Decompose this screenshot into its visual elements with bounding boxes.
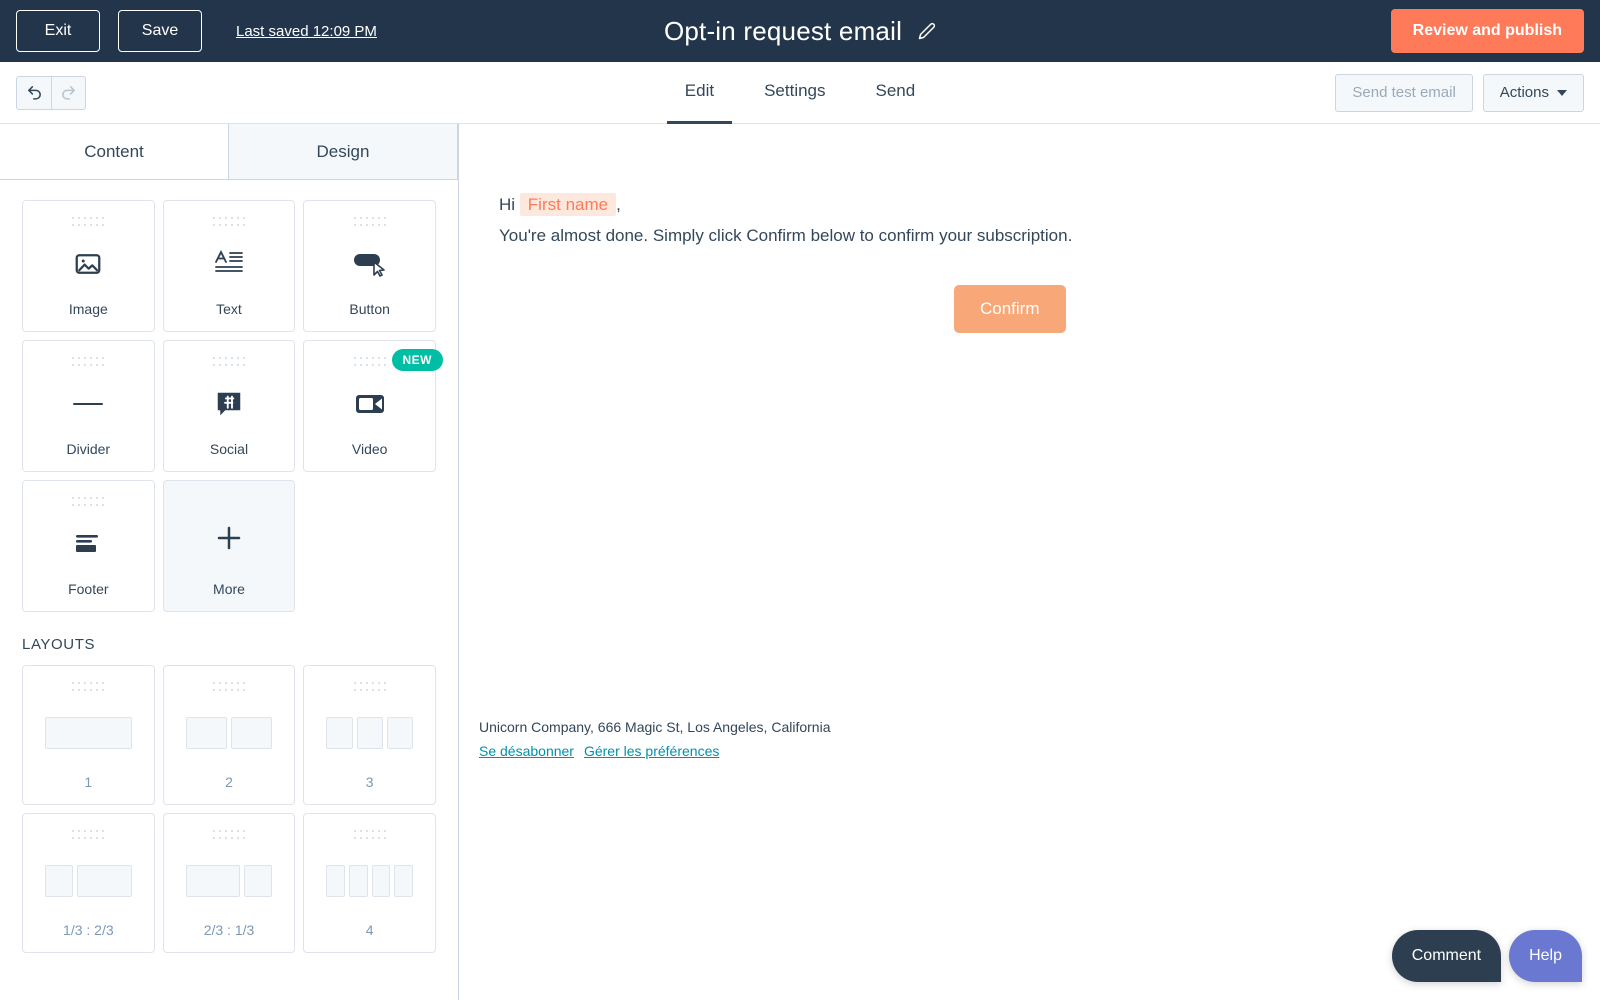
- block-label: Video: [351, 441, 388, 457]
- email-cta-container: Confirm: [499, 285, 1600, 334]
- editor-body: Content Design Image Text Button Divider…: [0, 124, 1600, 1000]
- layout-preview: [164, 840, 295, 922]
- footer-links: Se désabonner Gérer les préférences: [479, 743, 830, 759]
- help-button[interactable]: Help: [1509, 930, 1582, 982]
- block-tile-footer[interactable]: Footer: [22, 480, 155, 612]
- drag-handle-dots-icon[interactable]: [71, 215, 105, 227]
- layout-label: 2/3 : 1/3: [203, 922, 255, 938]
- save-button[interactable]: Save: [118, 10, 202, 52]
- divider-icon: [73, 367, 104, 441]
- actions-label: Actions: [1499, 84, 1549, 101]
- email-content: Hi First name, You're almost done. Simpl…: [459, 124, 1600, 334]
- drag-handle-dots-icon[interactable]: [212, 215, 246, 227]
- drag-handle-dots-icon[interactable]: [353, 355, 387, 367]
- block-label: Image: [68, 301, 108, 317]
- email-greeting[interactable]: Hi First name,: [499, 190, 1600, 221]
- layout-tile-2-3-1-3[interactable]: 2/3 : 1/3: [162, 813, 296, 953]
- drag-handle-dots-icon[interactable]: [212, 828, 246, 840]
- image-icon: [73, 227, 103, 301]
- sub-toolbar: Edit Settings Send Send test email Actio…: [0, 62, 1600, 124]
- block-label: Social: [209, 441, 249, 457]
- footer-address: Unicorn Company, 666 Magic St, Los Angel…: [479, 719, 831, 735]
- block-tile-more[interactable]: More: [162, 480, 296, 612]
- tab-send[interactable]: Send: [858, 62, 934, 124]
- review-and-publish-button[interactable]: Review and publish: [1390, 9, 1584, 53]
- layout-preview: [23, 840, 154, 922]
- layout-preview: [304, 692, 435, 774]
- layout-tile-3[interactable]: 3: [303, 665, 436, 805]
- layout-tile-2[interactable]: 2: [162, 665, 296, 805]
- last-saved-label[interactable]: Last saved 12:09 PM: [236, 23, 377, 40]
- greeting-prefix: Hi: [499, 195, 516, 214]
- layout-label: 2: [225, 774, 233, 790]
- social-icon: [214, 367, 244, 441]
- top-bar: Exit Save Last saved 12:09 PM Opt-in req…: [0, 0, 1600, 62]
- toolbar-right-actions: Send test email Actions: [1335, 73, 1584, 112]
- new-badge: NEW: [391, 349, 443, 371]
- block-tile-video[interactable]: NEW Video: [303, 340, 443, 472]
- sidebar-scroll-area: Image Text Button Divider Social NEW Vid…: [0, 180, 458, 953]
- block-label: Divider: [66, 441, 111, 457]
- manage-preferences-link[interactable]: Gérer les préférences: [584, 743, 719, 759]
- block-label: Footer: [68, 581, 109, 597]
- layout-label: 3: [365, 774, 374, 790]
- sidebar-tab-design[interactable]: Design: [228, 124, 458, 180]
- video-icon: [354, 367, 386, 441]
- block-tile-button[interactable]: Button: [303, 200, 436, 332]
- drag-handle-dots-icon[interactable]: [71, 495, 105, 507]
- drag-handle-dots-icon[interactable]: [71, 355, 105, 367]
- layout-preview: [23, 692, 154, 774]
- confirm-button[interactable]: Confirm: [954, 285, 1066, 334]
- floating-actions: Comment Help: [1391, 930, 1582, 982]
- exit-button[interactable]: Exit: [16, 10, 100, 52]
- email-body-text[interactable]: You're almost done. Simply click Confirm…: [499, 221, 1600, 252]
- chevron-down-icon: [1557, 89, 1567, 96]
- block-label: Button: [349, 301, 390, 317]
- email-footer: Unicorn Company, 666 Magic St, Los Angel…: [479, 719, 830, 759]
- block-tile-social[interactable]: Social: [162, 340, 296, 472]
- block-tile-text[interactable]: Text: [162, 200, 296, 332]
- layout-tile-4[interactable]: 4: [303, 813, 436, 953]
- actions-button[interactable]: Actions: [1482, 73, 1584, 112]
- content-block-grid: Image Text Button Divider Social NEW Vid…: [22, 200, 443, 612]
- layout-grid: 1 2 3 1/3 : 2/3 2/3: 1/3 4: [22, 665, 436, 953]
- block-tile-divider[interactable]: Divider: [22, 340, 155, 472]
- send-test-email-button[interactable]: Send test email: [1335, 73, 1473, 112]
- comment-button[interactable]: Comment: [1391, 930, 1502, 982]
- layout-label: 4: [365, 922, 374, 938]
- block-label: More: [213, 581, 245, 597]
- button-icon: [352, 227, 388, 301]
- layout-tile-1-3-2-3[interactable]: 1/3 : 2/3: [22, 813, 155, 953]
- tab-edit[interactable]: Edit: [666, 62, 733, 124]
- drag-handle-dots-icon[interactable]: [353, 215, 387, 227]
- tab-settings[interactable]: Settings: [746, 62, 843, 124]
- drag-handle-dots-icon[interactable]: [212, 680, 246, 692]
- layout-preview: [164, 692, 295, 774]
- text-icon: [213, 227, 245, 301]
- email-canvas[interactable]: Hi First name, You're almost done. Simpl…: [459, 124, 1600, 1000]
- drag-handle-dots-icon[interactable]: [71, 680, 105, 692]
- layout-label: 1/3 : 2/3: [63, 922, 114, 938]
- layout-preview: [304, 840, 435, 922]
- footer-icon: [73, 507, 103, 581]
- greeting-suffix: ,: [616, 195, 621, 214]
- layout-label: 1: [84, 774, 93, 790]
- unsubscribe-link[interactable]: Se désabonner: [479, 743, 574, 759]
- block-tile-image[interactable]: Image: [22, 200, 155, 332]
- sidebar-tab-content[interactable]: Content: [0, 124, 228, 180]
- plus-icon: [214, 495, 244, 581]
- block-label: Text: [216, 301, 242, 317]
- layout-tile-1[interactable]: 1: [22, 665, 155, 805]
- page-title: Opt-in request email: [663, 15, 903, 46]
- drag-handle-dots-icon[interactable]: [212, 355, 246, 367]
- personalization-token[interactable]: First name: [519, 193, 617, 216]
- sidebar: Content Design Image Text Button Divider…: [0, 124, 459, 1000]
- drag-handle-dots-icon[interactable]: [71, 828, 105, 840]
- pencil-icon[interactable]: [918, 22, 936, 40]
- drag-handle-dots-icon[interactable]: [353, 680, 387, 692]
- sidebar-tabs: Content Design: [0, 124, 458, 180]
- drag-handle-dots-icon[interactable]: [353, 828, 387, 840]
- layouts-section-title: LAYOUTS: [22, 636, 96, 653]
